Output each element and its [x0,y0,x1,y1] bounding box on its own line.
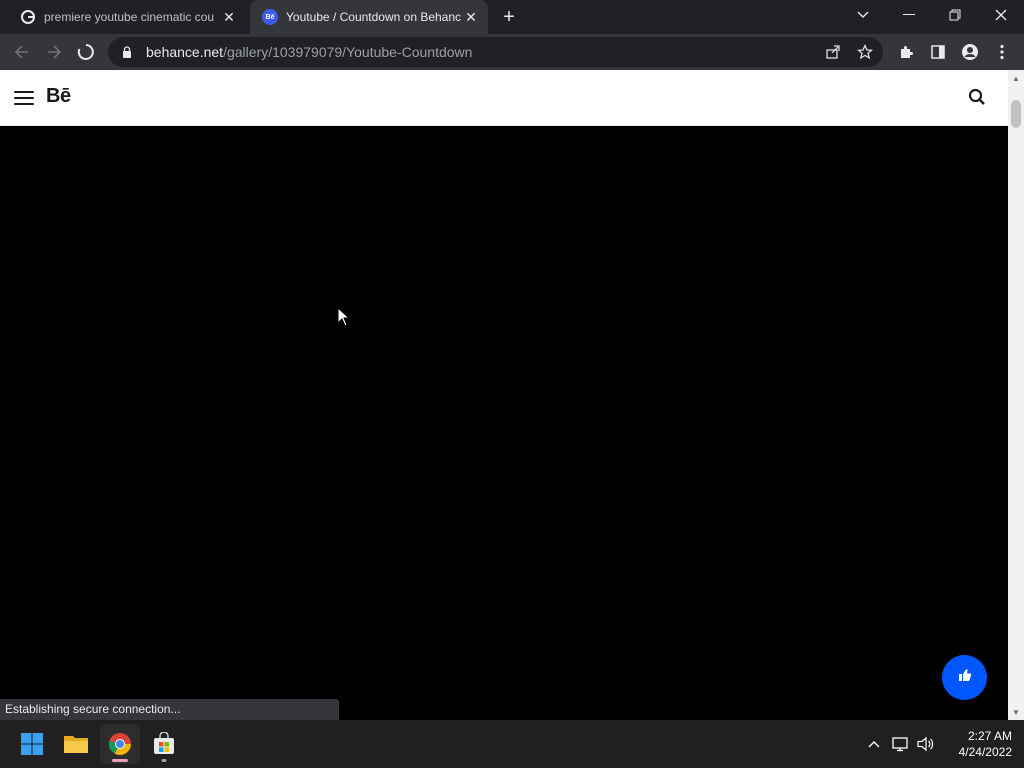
url-path: /gallery/103979079/Youtube-Countdown [223,44,473,60]
clock-time: 2:27 AM [967,729,1012,743]
kebab-menu-icon[interactable] [990,40,1014,64]
stop-loading-icon[interactable] [74,40,98,64]
chrome-icon[interactable] [100,724,140,764]
scroll-up-arrow-icon[interactable]: ▲ [1012,74,1020,83]
hamburger-menu-icon[interactable] [14,88,34,108]
show-hidden-icons-chevron-icon[interactable] [864,734,884,754]
tab-behance[interactable]: Bē Youtube / Countdown on Behanc ✕ [250,0,488,34]
status-bubble: Establishing secure connection... [0,699,339,720]
search-icon[interactable] [968,88,988,108]
share-icon[interactable] [824,43,842,61]
url-domain: behance.net [146,44,224,60]
behance-icon: Bē [262,9,278,25]
page-scrollbar[interactable]: ▲ ▼ [1008,70,1024,720]
project-content-area [0,126,1008,720]
minimize-button[interactable] [886,0,932,30]
extensions-icon[interactable] [894,40,918,64]
clock-date: 4/24/2022 [958,745,1012,759]
url-text[interactable]: behance.net/gallery/103979079/Youtube-Co… [146,44,472,60]
taskbar-clock[interactable]: 2:27 AM 4/24/2022 [940,728,1012,760]
address-bar[interactable]: behance.net/gallery/103979079/Youtube-Co… [108,37,883,67]
behance-logo[interactable]: Bē [46,85,71,108]
tab-search-icon[interactable] [840,0,886,30]
lock-icon[interactable] [120,45,134,59]
scrollbar-thumb[interactable] [1011,100,1021,128]
network-icon[interactable] [891,734,911,754]
web-page: Bē [0,70,1008,720]
appreciate-button[interactable] [942,655,987,700]
profile-avatar-icon[interactable] [958,40,982,64]
close-tab-icon[interactable]: ✕ [462,8,480,26]
microsoft-store-icon[interactable] [144,724,184,764]
windows-start-icon[interactable] [12,724,52,764]
forward-arrow-icon[interactable] [42,40,66,64]
restore-button[interactable] [932,0,978,30]
mouse-cursor-icon [337,307,351,327]
browser-tab-strip: premiere youtube cinematic cou ✕ Bē Yout… [0,0,1024,34]
back-arrow-icon[interactable] [10,40,34,64]
bookmark-star-icon[interactable] [856,43,874,61]
tab-title: premiere youtube cinematic cou [44,10,215,24]
volume-icon[interactable] [916,734,936,754]
windows-taskbar: 2:27 AM 4/24/2022 [0,720,1024,768]
close-window-button[interactable] [978,0,1024,30]
file-explorer-icon[interactable] [56,724,96,764]
thumbs-up-icon [958,668,972,687]
tab-google-search[interactable]: premiere youtube cinematic cou ✕ [8,0,246,34]
behance-header: Bē [0,70,1008,126]
tab-title: Youtube / Countdown on Behanc [286,10,462,24]
side-panel-icon[interactable] [926,40,950,64]
browser-toolbar: behance.net/gallery/103979079/Youtube-Co… [0,34,1024,70]
scroll-down-arrow-icon[interactable]: ▼ [1012,708,1020,717]
google-g-icon [20,9,36,25]
new-tab-button[interactable]: + [498,6,520,28]
close-tab-icon[interactable]: ✕ [220,8,238,26]
